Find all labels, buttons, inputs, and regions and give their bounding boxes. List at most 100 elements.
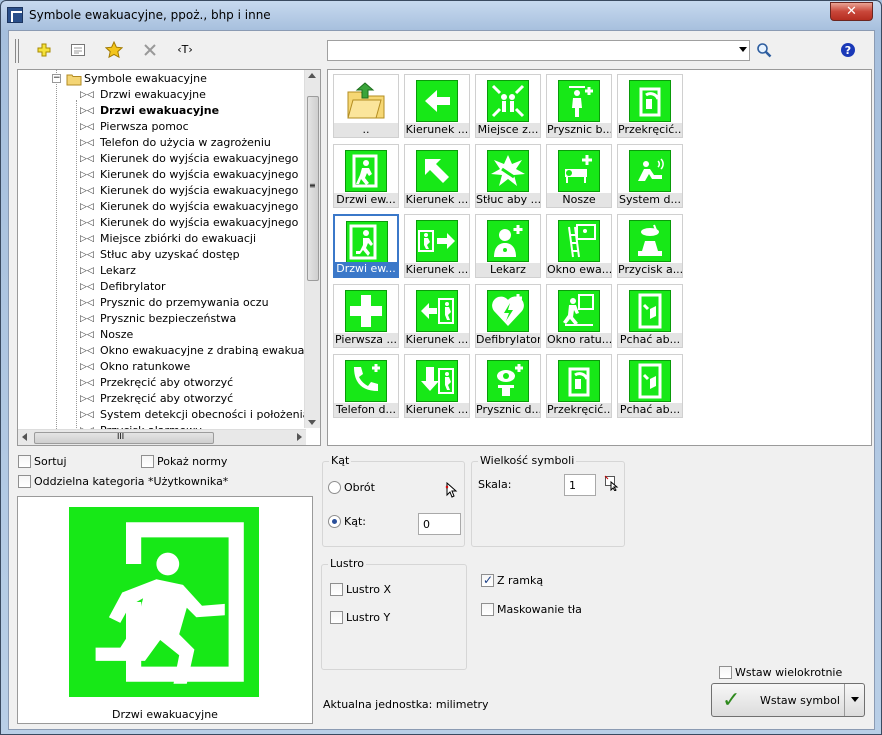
tree-item[interactable]: ▷◁ Kierunek do wyjścia ewakuacyjnego bbox=[18, 215, 306, 231]
symbol-connector-icon: ▷◁ bbox=[80, 138, 94, 148]
search-button[interactable] bbox=[753, 39, 775, 61]
symbol-cell-label: Kierunek ... bbox=[405, 193, 469, 207]
tree-item[interactable]: ▷◁ Nosze bbox=[18, 327, 306, 343]
text-tag-button[interactable]: ‹T› bbox=[174, 39, 196, 61]
symbol-cell[interactable]: Telefon d... bbox=[333, 354, 399, 418]
tree-item[interactable]: ▷◁ Kierunek do wyjścia ewakuacyjnego bbox=[18, 167, 306, 183]
tree-item[interactable]: ▷◁ Okno ratunkowe bbox=[18, 359, 306, 375]
symbol-cell[interactable]: Okno ewa... bbox=[546, 214, 612, 278]
symbol-cell[interactable]: Pchać ab... bbox=[617, 284, 683, 348]
delete-button[interactable] bbox=[139, 39, 161, 61]
app-icon bbox=[7, 7, 23, 23]
frame-checkbox[interactable] bbox=[481, 573, 494, 587]
insert-dropdown-button[interactable] bbox=[844, 684, 864, 716]
symbol-cell[interactable]: Przekręcić... bbox=[617, 74, 683, 138]
scroll-down-icon[interactable] bbox=[308, 420, 316, 425]
tree-item[interactable]: ▷◁ Lekarz bbox=[18, 263, 306, 279]
angle-input[interactable]: 0 bbox=[418, 513, 461, 535]
tree-item[interactable]: ▷◁ Telefon do użycia w zagrożeniu bbox=[18, 135, 306, 151]
scroll-left-icon[interactable] bbox=[22, 433, 27, 441]
tree-item[interactable]: ▷◁ Drzwi ewakuacyjne bbox=[18, 87, 306, 103]
scale-label: Skala: bbox=[478, 478, 512, 491]
help-button[interactable]: ? bbox=[837, 39, 859, 61]
add-button[interactable] bbox=[33, 39, 55, 61]
dialog-window: Symbole ewakuacyjne, ppoż., bhp i inne ✕… bbox=[0, 0, 882, 735]
pick-cursor-icon[interactable] bbox=[445, 482, 459, 498]
symbol-cell[interactable]: Defibrylator bbox=[475, 284, 541, 348]
symbol-cell[interactable]: Prysznic d... bbox=[475, 354, 541, 418]
symbol-cell[interactable]: Prysznic b... bbox=[546, 74, 612, 138]
tree-item[interactable]: ▷◁ Kierunek do wyjścia ewakuacyjnego bbox=[18, 151, 306, 167]
close-button[interactable]: ✕ bbox=[830, 2, 873, 21]
symbol-cell[interactable]: Kierunek ... bbox=[404, 144, 470, 208]
symbol-cell[interactable]: Okno ratu... bbox=[546, 284, 612, 348]
symbol-cell[interactable]: Lekarz bbox=[475, 214, 541, 278]
symbol-cell[interactable]: Drzwi ew... bbox=[333, 144, 399, 208]
symbol-cell[interactable]: Stłuc aby ... bbox=[475, 144, 541, 208]
chevron-down-icon[interactable] bbox=[739, 47, 747, 52]
symbol-cell-label: Kierunek ... bbox=[405, 263, 469, 277]
mirror-x-checkbox[interactable] bbox=[330, 583, 343, 596]
doctor-icon bbox=[487, 220, 529, 262]
tree-item[interactable]: ▷◁ Pierwsza pomoc bbox=[18, 119, 306, 135]
tree-item[interactable]: ▷◁ Przekręcić aby otworzyć bbox=[18, 391, 306, 407]
symbol-cell[interactable]: Przycisk a... bbox=[617, 214, 683, 278]
tree-item[interactable]: ▷◁ Prysznic do przemywania oczu bbox=[18, 295, 306, 311]
scroll-up-icon[interactable] bbox=[308, 73, 316, 78]
rotation-radio[interactable] bbox=[328, 481, 341, 494]
tree-item[interactable]: ▷◁ Kierunek do wyjścia ewakuacyjnego bbox=[18, 183, 306, 199]
symbol-cell[interactable]: Przekręcić... bbox=[546, 354, 612, 418]
symbol-cell[interactable]: Drzwi ew... bbox=[333, 214, 399, 278]
mirror-y-checkbox[interactable] bbox=[330, 611, 343, 624]
tree-item[interactable]: ▷◁ System detekcji obecności i położenia … bbox=[18, 407, 320, 423]
tree-vertical-scrollbar[interactable]: ≡ bbox=[304, 70, 320, 428]
scroll-right-icon[interactable] bbox=[297, 433, 302, 441]
symbol-cell[interactable]: Pchać ab... bbox=[617, 354, 683, 418]
user-category-checkbox[interactable] bbox=[18, 475, 31, 488]
symbol-cell[interactable]: System d... bbox=[617, 144, 683, 208]
tree-item[interactable]: ▷◁ Okno ewakuacyjne z drabiną ewakuacyjną bbox=[18, 343, 320, 359]
collapse-icon[interactable]: − bbox=[52, 74, 61, 83]
preview-caption: Drzwi ewakuacyjne bbox=[112, 708, 218, 721]
symbol-cell[interactable]: Kierunek ... bbox=[404, 74, 470, 138]
search-combo[interactable] bbox=[327, 40, 750, 61]
tree-item[interactable]: ▷◁ Prysznic bezpieczeństwa bbox=[18, 311, 306, 327]
tree-item[interactable]: ▷◁ Drzwi ewakuacyjne bbox=[18, 103, 306, 119]
tree-item[interactable]: ▷◁ Przekręcić aby otworzyć bbox=[18, 375, 306, 391]
symbol-cell[interactable]: Nosze bbox=[546, 144, 612, 208]
symbol-cell-label: Okno ratu... bbox=[547, 333, 611, 347]
angle-radio[interactable] bbox=[328, 515, 341, 528]
scale-input[interactable]: 1 bbox=[564, 474, 596, 496]
tree-hscroll-thumb[interactable]: III bbox=[34, 432, 214, 444]
properties-button[interactable] bbox=[67, 39, 89, 61]
symbol-cell[interactable]: Kierunek ... bbox=[404, 284, 470, 348]
tree-root-item[interactable]: − Symbole ewakuacyjne bbox=[18, 71, 308, 87]
category-tree[interactable]: − Symbole ewakuacyjne ▷◁ Drzwi ewakuacyjn… bbox=[17, 69, 321, 446]
symbol-cell-label: Lekarz bbox=[476, 263, 540, 277]
scale-pick-icon[interactable] bbox=[604, 475, 620, 491]
show-norms-checkbox[interactable] bbox=[141, 455, 154, 468]
symbol-cell[interactable]: Miejsce z... bbox=[475, 74, 541, 138]
tree-item[interactable]: ▷◁ Stłuc aby uzyskać dostęp bbox=[18, 247, 306, 263]
symbol-connector-icon: ▷◁ bbox=[80, 122, 94, 132]
insert-symbol-button[interactable]: ✓ Wstaw symbol bbox=[711, 683, 865, 717]
tree-horizontal-scrollbar[interactable]: III bbox=[18, 429, 306, 445]
symbol-cell[interactable]: Pierwsza ... bbox=[333, 284, 399, 348]
tree-item[interactable]: ▷◁ Defibrylator bbox=[18, 279, 306, 295]
symbol-cell[interactable]: Kierunek ... bbox=[404, 354, 470, 418]
tree-item-label: Prysznic bezpieczeństwa bbox=[100, 312, 237, 325]
favorite-button[interactable] bbox=[103, 39, 125, 61]
title-bar[interactable]: Symbole ewakuacyjne, ppoż., bhp i inne ✕ bbox=[1, 1, 881, 29]
tree-item[interactable]: ▷◁ Miejsce zbiórki do ewakuacji bbox=[18, 231, 306, 247]
sort-checkbox[interactable] bbox=[18, 455, 31, 468]
insert-multiple-checkbox[interactable] bbox=[719, 666, 732, 679]
symbol-grid[interactable]: .. Kierunek ... Miejsce z... Prysznic b... P… bbox=[327, 69, 872, 446]
properties-icon bbox=[71, 44, 85, 56]
tree-item[interactable]: ▷◁ Kierunek do wyjścia ewakuacyjnego bbox=[18, 199, 306, 215]
toolbar-grip[interactable] bbox=[15, 39, 19, 63]
symbol-cell[interactable]: Kierunek ... bbox=[404, 214, 470, 278]
mirror-group: Lustro Lustro X Lustro Y bbox=[321, 557, 467, 670]
mask-background-checkbox[interactable] bbox=[481, 603, 494, 616]
symbol-cell[interactable]: .. bbox=[333, 74, 399, 138]
tree-vscroll-thumb[interactable]: ≡ bbox=[307, 96, 319, 281]
